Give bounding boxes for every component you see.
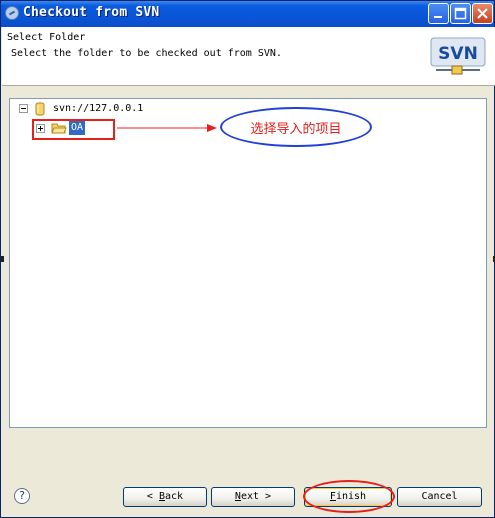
- svn-logo-icon: SVN: [430, 37, 486, 75]
- annotation-text: 选择导入的项目: [250, 122, 342, 137]
- resize-marker-left: [1, 256, 4, 262]
- next-button[interactable]: Next >: [211, 487, 295, 507]
- title-bar[interactable]: Checkout from SVN: [1, 1, 494, 27]
- svg-text:SVN: SVN: [438, 44, 478, 64]
- maximize-icon: [454, 7, 467, 20]
- close-button[interactable]: [472, 3, 493, 24]
- folder-tree[interactable]: [9, 98, 487, 428]
- window-title: Checkout from SVN: [23, 5, 160, 20]
- checkout-dialog: Checkout from SVN Select Folder Select t…: [0, 0, 495, 518]
- finish-highlight-ellipse: [303, 480, 395, 513]
- close-icon: [477, 8, 488, 19]
- wizard-header: Select Folder Select the folder to be ch…: [2, 27, 495, 86]
- app-icon: [5, 6, 19, 20]
- annotation-bubble: 选择导入的项目: [220, 107, 372, 147]
- maximize-button[interactable]: [450, 3, 471, 24]
- help-icon[interactable]: ?: [14, 488, 30, 504]
- annotation-highlight-box: [32, 119, 115, 140]
- root-collapse-toggle[interactable]: [19, 104, 28, 113]
- minimize-icon: [434, 16, 442, 18]
- repository-icon: [35, 102, 45, 116]
- tree-item-root-label[interactable]: svn://127.0.0.1: [53, 103, 143, 119]
- cancel-button[interactable]: Cancel: [397, 487, 482, 507]
- minimize-button[interactable]: [428, 3, 449, 24]
- page-title: Select Folder: [7, 32, 86, 43]
- annotation-arrow-icon: [117, 124, 217, 132]
- page-description: Select the folder to be checked out from…: [11, 48, 282, 59]
- back-button[interactable]: < Back: [123, 487, 207, 507]
